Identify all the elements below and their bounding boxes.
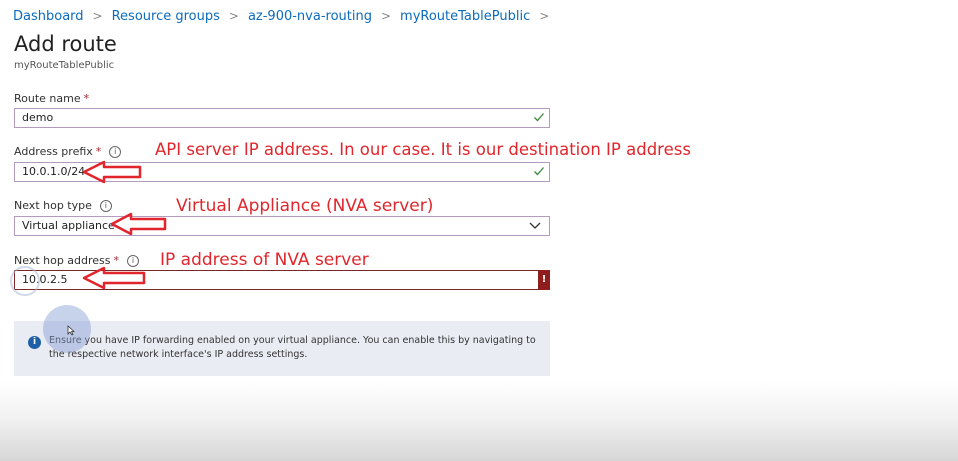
click-ring <box>10 266 40 296</box>
left-arrow-icon <box>82 160 142 184</box>
page-subtitle: myRouteTablePublic <box>14 60 115 71</box>
chevron-right-icon: > <box>539 9 550 23</box>
next-hop-type-label-text: Next hop type <box>14 199 92 212</box>
next-hop-type-value: Virtual appliance <box>22 219 115 232</box>
annotation-address-prefix: API server IP address. In our case. It i… <box>155 140 691 159</box>
breadcrumb: Dashboard > Resource groups > az-900-nva… <box>13 6 558 26</box>
breadcrumb-route-table[interactable]: myRouteTablePublic <box>400 9 530 24</box>
address-prefix-label: Address prefix * i <box>14 145 122 158</box>
route-name-value: demo <box>22 111 54 124</box>
next-hop-type-label: Next hop type i <box>14 199 112 212</box>
breadcrumb-resource-group[interactable]: az-900-nva-routing <box>248 9 372 24</box>
breadcrumb-dashboard[interactable]: Dashboard <box>13 9 84 24</box>
annotation-next-hop-type: Virtual Appliance (NVA server) <box>176 196 434 216</box>
required-mark: * <box>95 145 102 158</box>
left-arrow-icon <box>110 212 167 236</box>
chevron-right-icon: > <box>228 9 239 23</box>
info-icon: i <box>28 336 41 349</box>
required-mark: * <box>83 92 90 105</box>
annotation-next-hop-address: IP address of NVA server <box>160 250 369 270</box>
info-icon[interactable]: i <box>109 146 122 158</box>
address-prefix-label-text: Address prefix <box>14 145 93 158</box>
next-hop-type-select[interactable]: Virtual appliance <box>14 216 550 236</box>
chevron-right-icon: > <box>380 9 392 23</box>
checkmark-icon <box>534 113 544 122</box>
address-prefix-value: 10.0.1.0/24 <box>22 165 86 178</box>
chevron-down-icon <box>529 222 541 229</box>
route-name-label: Route name * <box>14 92 89 105</box>
info-bar-text: Ensure you have IP forwarding enabled on… <box>49 335 536 360</box>
page-title: Add route <box>14 32 117 56</box>
route-name-label-text: Route name <box>14 92 81 105</box>
chevron-right-icon: > <box>92 9 103 23</box>
route-name-input[interactable]: demo <box>14 108 550 128</box>
left-arrow-icon <box>82 266 146 290</box>
error-icon: ! <box>538 270 550 290</box>
info-bar: i Ensure you have IP forwarding enabled … <box>14 321 550 376</box>
breadcrumb-resource-groups[interactable]: Resource groups <box>112 9 220 24</box>
info-icon[interactable]: i <box>99 200 112 212</box>
mouse-pointer-icon <box>67 325 75 336</box>
checkmark-icon <box>534 167 544 176</box>
